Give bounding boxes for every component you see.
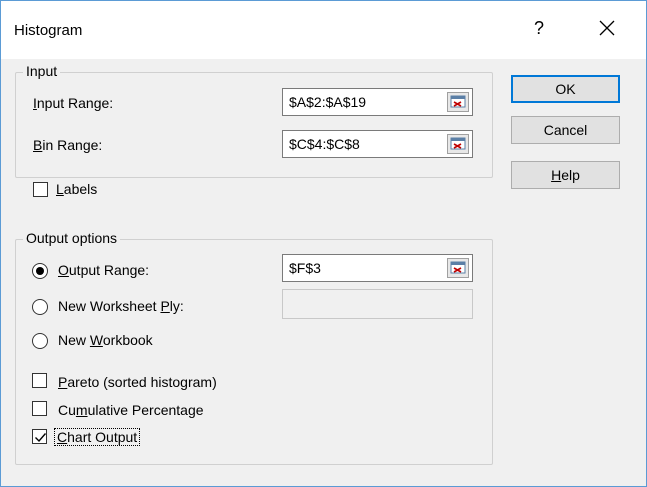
input-group-label: Input xyxy=(23,63,61,79)
collapse-dialog-icon[interactable] xyxy=(447,92,469,112)
new-worksheet-radio[interactable] xyxy=(32,299,48,315)
bin-range-field[interactable]: $C$4:$C$8 xyxy=(282,130,473,158)
collapse-dialog-icon[interactable] xyxy=(447,134,469,154)
help-question-button[interactable]: ? xyxy=(534,18,544,39)
input-range-label: Input Range: xyxy=(33,95,114,111)
input-range-field[interactable]: $A$2:$A$19 xyxy=(282,88,473,116)
pareto-label[interactable]: Pareto (sorted histogram) xyxy=(58,374,217,390)
checkmark-icon xyxy=(35,433,47,443)
dialog-title: Histogram xyxy=(14,22,83,39)
cumulative-percentage-label[interactable]: Cumulative Percentage xyxy=(58,402,204,418)
output-range-value: $F$3 xyxy=(289,260,321,276)
cumulative-percentage-checkbox[interactable] xyxy=(32,401,47,416)
labels-checkbox[interactable] xyxy=(33,182,48,197)
output-options-label: Output options xyxy=(23,230,121,246)
histogram-dialog: Histogram ? Input Input Range: $A$2:$A$1… xyxy=(0,0,647,487)
title-bar: Histogram ? xyxy=(1,1,646,59)
labels-checkbox-label[interactable]: Labels xyxy=(56,181,97,197)
output-range-radio[interactable] xyxy=(32,263,48,279)
help-button[interactable]: Help xyxy=(511,161,620,189)
collapse-dialog-icon[interactable] xyxy=(447,258,469,278)
cancel-button[interactable]: Cancel xyxy=(511,116,620,144)
chart-output-label[interactable]: Chart Output xyxy=(53,428,141,446)
output-range-label[interactable]: Output Range: xyxy=(58,262,149,278)
new-worksheet-label[interactable]: New Worksheet Ply: xyxy=(58,298,184,314)
input-range-value: $A$2:$A$19 xyxy=(289,94,367,110)
bin-range-value: $C$4:$C$8 xyxy=(289,136,360,152)
pareto-checkbox[interactable] xyxy=(32,373,47,388)
new-workbook-label[interactable]: New Workbook xyxy=(58,332,153,348)
close-icon[interactable] xyxy=(597,18,617,38)
ok-button[interactable]: OK xyxy=(511,75,620,103)
output-range-field[interactable]: $F$3 xyxy=(282,254,473,282)
bin-range-label: Bin Range: xyxy=(33,137,103,153)
new-worksheet-field[interactable] xyxy=(282,289,473,319)
chart-output-checkbox[interactable] xyxy=(32,429,47,444)
new-workbook-radio[interactable] xyxy=(32,333,48,349)
